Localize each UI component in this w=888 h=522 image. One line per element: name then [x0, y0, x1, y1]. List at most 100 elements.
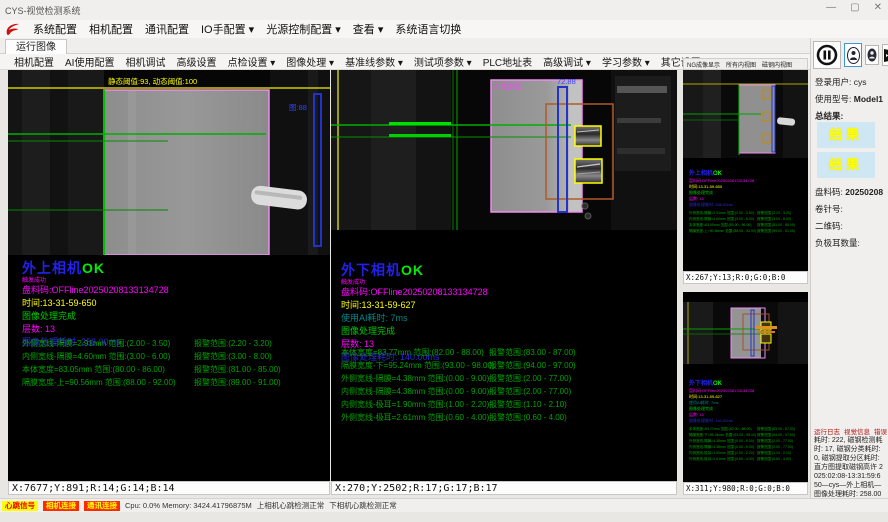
tab-all-views[interactable]: 所有内视图: [726, 60, 756, 69]
user-icon: [847, 47, 860, 64]
measure-value: 隔膜宽度-下=95.24mm 范围:(93.00 - 98.00): [341, 360, 495, 371]
mini-alarm: 报警范围:(89.00 - 91.00): [757, 229, 795, 234]
mini-measure: 本体宽度=83.77mm 范围:(82.00 - 88.00): [689, 427, 752, 432]
tab-ng-display[interactable]: NG成像显示: [687, 60, 720, 69]
small-view-top-coordinate-bar: X:267;Y:13;R:0;G:0;B:0: [683, 271, 808, 284]
tool-camera-debug[interactable]: 相机调试: [125, 54, 165, 69]
total-result-label: 总结果:: [815, 110, 843, 122]
measure-value: 本体宽度=83.05mm 范围:(80.00 - 86.00): [22, 364, 165, 375]
tab-count-label: 负极耳数量:: [815, 237, 860, 249]
small-view-top-overlay: 外上相机OK 盘料码:OFFline20250208133134728 时间:1…: [689, 166, 808, 235]
mini-measure: 内侧宽线-隔膜=4.60mm 范围:(3.00 - 6.00): [689, 217, 754, 222]
pin-number-label: 卷针号:: [815, 203, 843, 215]
menu-item-view[interactable]: 查看 ▾: [353, 21, 384, 37]
measure-alarm: 报警范围:(89.00 - 91.00): [194, 377, 281, 388]
left-measurements: 外侧宽线-隔膜=2.91mm 范围:(2.00 - 3.50)报警范围:(2.2…: [22, 338, 330, 390]
measure-value: 内侧宽线-隔膜=4.38mm 范围:(0.00 - 9.00): [341, 386, 489, 397]
measure-value: 外侧宽线-隔膜=4.38mm 范围:(0.00 - 9.00): [341, 373, 489, 384]
maximize-icon[interactable]: ▢: [850, 2, 859, 13]
login-user-value: cys: [854, 77, 867, 87]
left-process-done: 图像处理完成: [22, 310, 330, 323]
window-title: CYS-视觉检测系统: [5, 4, 81, 17]
left-barcode: 盘料码:OFFline20250208133134728: [22, 284, 330, 297]
tool-image-processing[interactable]: 图像处理 ▾: [286, 54, 334, 69]
right-camera-image: AI检测框 72.88: [331, 70, 677, 230]
mini-measure: 外侧宽线-隔膜=2.91mm 范围:(2.00 - 3.50): [689, 211, 754, 216]
right-time: 时间:13-31-59-627: [341, 299, 677, 312]
left-camera-overlay: 外上相机OK 触发成功 盘料码:OFFline20250208133134728…: [22, 258, 330, 349]
result-badge-top: 结果: [817, 122, 875, 148]
user-login-button[interactable]: [844, 43, 862, 67]
left-coordinate-bar: X:7677;Y:891;R:14;G:14;B:14: [8, 481, 330, 495]
small-view-top[interactable]: 外上相机OK 盘料码:OFFline20250208133134728 时间:1…: [683, 70, 808, 271]
tool-learning-params[interactable]: 学习参数 ▾: [602, 54, 650, 69]
model-value: Model1: [854, 94, 883, 104]
measure-value: 隔膜宽度-上=90.56mm 范围:(88.00 - 92.00): [22, 377, 176, 388]
minimize-icon[interactable]: —: [826, 2, 836, 13]
tool-test-params[interactable]: 测试项参数 ▾: [414, 54, 472, 69]
threshold-label: 静态阈值:93, 动态阈值:100: [108, 76, 197, 86]
user-switch-button[interactable]: [865, 45, 879, 65]
tab-magnet-views[interactable]: 磁钢内视图: [762, 60, 792, 69]
mini-measure: 隔膜宽度-上=90.56mm 范围:(88.00 - 92.00): [689, 229, 756, 234]
mini-camera-result: OK: [713, 381, 722, 387]
cpu-memory-status: Cpu: 0.0% Memory: 3424.41796875M: [125, 501, 252, 510]
tool-plc-table[interactable]: PLC地址表: [483, 54, 532, 69]
measure-value: 内侧宽线-隔膜=4.60mm 范围:(3.00 - 6.00): [22, 351, 170, 362]
menu-item-language[interactable]: 系统语言切换: [395, 21, 461, 37]
left-camera-panel[interactable]: 静态阈值:93, 动态阈值:100 图:88 外上相机OK 触发成功 盘料码:O…: [8, 70, 330, 481]
mini-alarm: 报警范围:(81.00 - 85.00): [757, 223, 795, 228]
small-view-bottom-overlay: 外下相机OK 盘料码:OFFline20250208133134728 时间:1…: [689, 376, 808, 463]
right-coordinate-bar: X:270;Y:2502;R:17;G:17;B:17: [331, 481, 677, 495]
tool-advanced-settings[interactable]: 高级设置: [176, 54, 216, 69]
tray-barcode-label: 盘料码:: [815, 187, 843, 197]
measure-value: 外侧宽线-极耳=2.61mm 范围:(0.60 - 4.00): [341, 412, 489, 423]
tab-bar: 运行图像: [0, 38, 888, 54]
mini-camera-title: 外下相机: [689, 381, 713, 387]
small-view-bottom[interactable]: 外下相机OK 盘料码:OFFline20250208133134728 时间:1…: [683, 292, 808, 482]
upper-camera-heartbeat-status: 上相机心跳检测正常: [257, 500, 325, 511]
left-camera-title: 外上相机: [22, 260, 82, 276]
mini-alarm: 报警范围:(94.00 - 97.00): [757, 433, 795, 438]
left-layers: 层数: 13: [22, 323, 330, 336]
comm-link-badge: 通讯连接: [84, 501, 120, 511]
tool-camera-config[interactable]: 相机配置: [14, 54, 54, 69]
tab-vision-info[interactable]: 视觉信息: [844, 426, 870, 436]
measure-alarm: 报警范围:(2.00 - 77.00): [489, 373, 571, 384]
mini-measure: 外侧宽线-隔膜=4.38mm 范围:(0.00 - 9.00): [689, 439, 754, 444]
menu-item-light-config[interactable]: 光源控制配置 ▾: [266, 21, 341, 37]
tool-advanced-debug[interactable]: 高级调试 ▾: [543, 54, 591, 69]
tab-error-log[interactable]: 错误日志: [874, 426, 888, 436]
right-camera-title: 外下相机: [341, 262, 401, 278]
measure-alarm: 报警范围:(3.00 - 8.00): [194, 351, 272, 362]
mini-camera-result: OK: [713, 171, 722, 177]
tool-spotcheck-settings[interactable]: 点检设置 ▾: [227, 54, 275, 69]
menu-item-camera-config[interactable]: 相机配置: [89, 21, 133, 37]
menu-item-io-config[interactable]: IO手配置 ▾: [201, 21, 254, 37]
menu-item-comm-config[interactable]: 通讯配置: [145, 21, 189, 37]
menu-bar: 系统配置 相机配置 通讯配置 IO手配置 ▾ 光源控制配置 ▾ 查看 ▾ 系统语…: [0, 20, 888, 38]
close-icon[interactable]: ✕: [874, 2, 882, 13]
right-camera-panel[interactable]: AI检测框 72.88 外下相机OK 触发成功 盘料码:OFFline20250…: [331, 70, 677, 481]
left-camera-image: 静态阈值:93, 动态阈值:100 图:88: [8, 70, 330, 255]
user-dark-icon: [867, 48, 877, 62]
right-process-done: 图像处理完成: [341, 325, 677, 338]
menu-item-system-config[interactable]: 系统配置: [33, 21, 77, 37]
exit-button[interactable]: [882, 44, 888, 66]
small-view-top-image: [683, 70, 808, 158]
tool-ai-config[interactable]: AI使用配置: [65, 54, 114, 69]
app-logo-icon: [4, 22, 21, 37]
pause-button[interactable]: [813, 41, 841, 69]
heartbeat-badge: 心跳信号: [2, 501, 38, 511]
left-camera-result: OK: [82, 260, 105, 276]
tab-run-image[interactable]: 运行图像: [5, 39, 67, 54]
tool-baseline-params[interactable]: 基准线参数 ▾: [345, 54, 403, 69]
tab-run-log[interactable]: 运行日志: [814, 426, 840, 436]
lower-camera-heartbeat-status: 下相机心跳检测正常: [329, 500, 397, 511]
right-ai-time: 使用AI耗时: 7ms: [341, 312, 677, 325]
login-user-row: 登录用户: cys: [815, 76, 867, 88]
mini-alarm: 报警范围:(2.00 - 77.00): [757, 439, 793, 444]
mini-measure: 外侧宽线-极耳=2.61mm 范围:(0.60 - 4.00): [689, 457, 754, 462]
mini-measure: 本体宽度=83.05mm 范围:(80.00 - 86.00): [689, 223, 752, 228]
mini-alarm: 报警范围:(0.60 - 4.00): [757, 457, 791, 462]
